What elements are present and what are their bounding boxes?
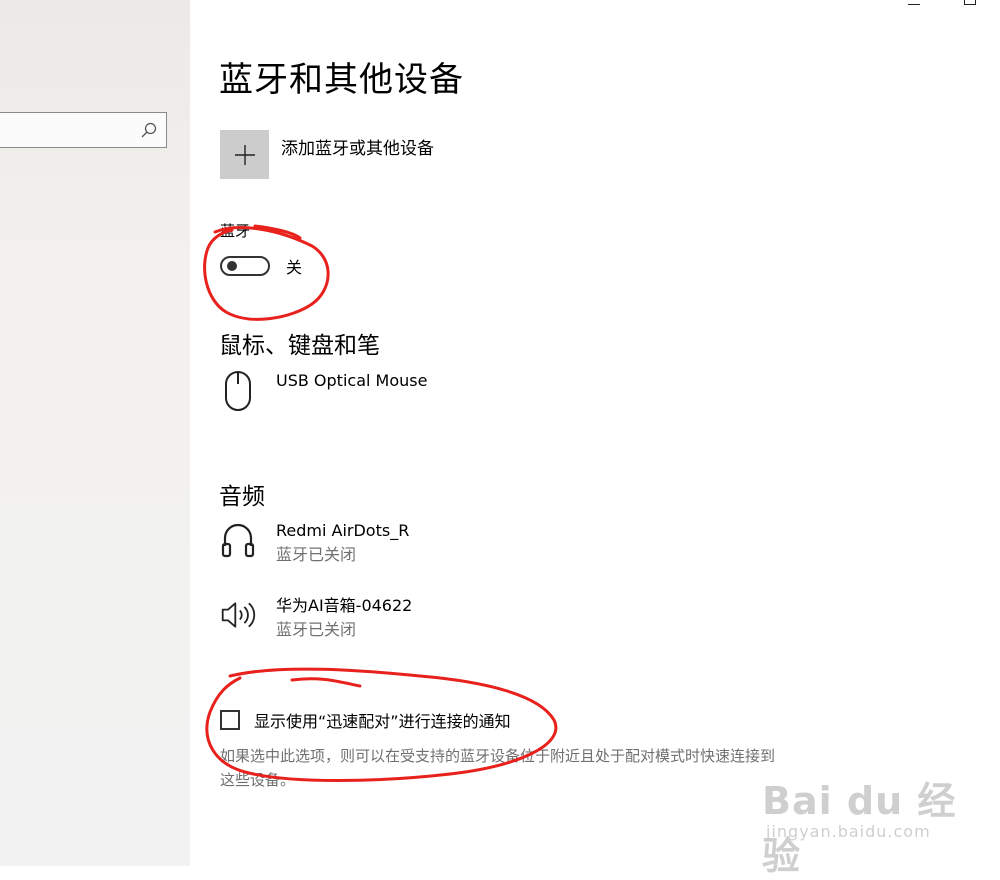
- device-name: Redmi AirDots_R: [276, 521, 410, 540]
- device-name: 华为AI音箱-04622: [276, 596, 413, 615]
- add-device-button[interactable]: 添加蓝牙或其他设备: [220, 130, 434, 179]
- device-name: USB Optical Mouse: [276, 371, 428, 390]
- swift-pair-label[interactable]: 显示使用“迅速配对”进行连接的通知: [254, 708, 511, 732]
- bluetooth-toggle-state: 关: [286, 258, 303, 277]
- add-device-tile[interactable]: [220, 130, 269, 179]
- headphones-icon: [221, 523, 255, 558]
- bluetooth-toggle[interactable]: [220, 256, 270, 276]
- audio-section-title: 音频: [219, 484, 265, 510]
- device-usb-mouse[interactable]: USB Optical Mouse: [220, 370, 427, 414]
- main-content: 蓝牙和其他设备 添加蓝牙或其他设备 蓝牙 关 鼠标、键盘和笔 USB Optic…: [190, 0, 1000, 866]
- plus-icon: [234, 144, 255, 165]
- toggle-knob: [227, 261, 237, 271]
- device-status: 蓝牙已关闭: [276, 545, 357, 564]
- bluetooth-toggle-row: 关: [220, 254, 302, 278]
- swift-pair-description: 如果选中此选项，则可以在受支持的蓝牙设备位于附近且处于配对模式时快速连接到这些设…: [220, 747, 776, 789]
- settings-sidebar: [0, 0, 190, 866]
- search-icon[interactable]: [140, 121, 158, 139]
- watermark-sub: jingyan.baidu.com: [766, 822, 931, 841]
- device-huawei-speaker[interactable]: 华为AI音箱-04622 蓝牙已关闭: [220, 595, 412, 641]
- device-redmi-airdots[interactable]: Redmi AirDots_R 蓝牙已关闭: [220, 520, 409, 566]
- bluetooth-label: 蓝牙: [220, 222, 251, 240]
- mouse-icon: [225, 371, 251, 411]
- speaker-icon: [221, 602, 256, 628]
- page-title: 蓝牙和其他设备: [219, 60, 464, 100]
- search-input[interactable]: [0, 112, 167, 148]
- add-device-label: 添加蓝牙或其他设备: [281, 139, 434, 159]
- swift-pair-row: 显示使用“迅速配对”进行连接的通知: [220, 708, 511, 732]
- mouse-section-title: 鼠标、键盘和笔: [219, 333, 380, 359]
- device-status: 蓝牙已关闭: [276, 620, 357, 639]
- baidu-watermark: Bai du 经验 jingyan.baidu.com: [762, 770, 962, 878]
- swift-pair-checkbox[interactable]: [220, 710, 240, 730]
